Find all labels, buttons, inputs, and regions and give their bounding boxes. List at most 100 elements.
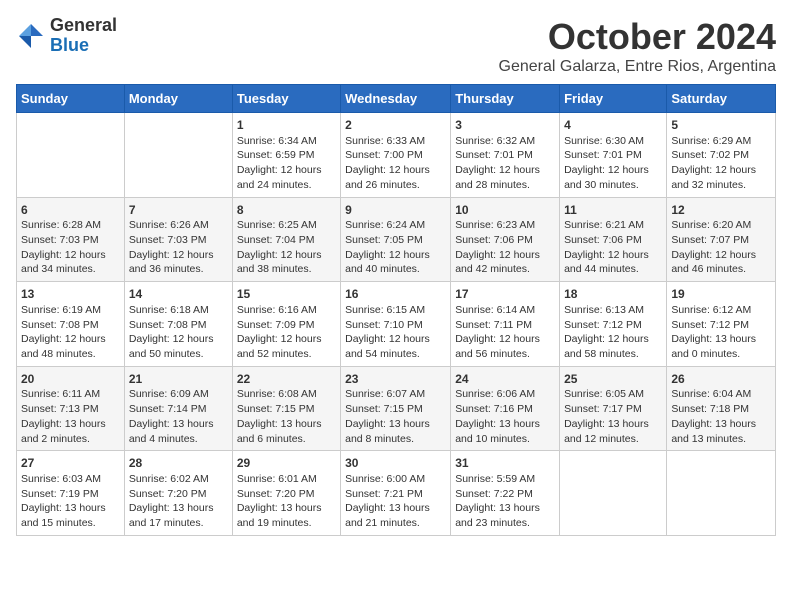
col-header-thursday: Thursday — [451, 85, 560, 113]
day-number: 7 — [129, 202, 228, 219]
calendar-cell: 20Sunrise: 6:11 AM Sunset: 7:13 PM Dayli… — [17, 366, 125, 451]
day-info: Sunrise: 6:13 AM Sunset: 7:12 PM Dayligh… — [564, 303, 662, 362]
day-info: Sunrise: 6:20 AM Sunset: 7:07 PM Dayligh… — [671, 218, 771, 277]
day-info: Sunrise: 6:08 AM Sunset: 7:15 PM Dayligh… — [237, 387, 336, 446]
calendar-cell: 30Sunrise: 6:00 AM Sunset: 7:21 PM Dayli… — [341, 451, 451, 536]
calendar-cell — [124, 113, 232, 198]
day-info: Sunrise: 5:59 AM Sunset: 7:22 PM Dayligh… — [455, 472, 555, 531]
day-number: 2 — [345, 117, 446, 134]
calendar-header-row: SundayMondayTuesdayWednesdayThursdayFrid… — [17, 85, 776, 113]
day-number: 1 — [237, 117, 336, 134]
calendar-cell: 28Sunrise: 6:02 AM Sunset: 7:20 PM Dayli… — [124, 451, 232, 536]
day-number: 12 — [671, 202, 771, 219]
day-number: 15 — [237, 286, 336, 303]
calendar-cell: 13Sunrise: 6:19 AM Sunset: 7:08 PM Dayli… — [17, 282, 125, 367]
day-number: 6 — [21, 202, 120, 219]
day-info: Sunrise: 6:29 AM Sunset: 7:02 PM Dayligh… — [671, 134, 771, 193]
calendar-week-row: 20Sunrise: 6:11 AM Sunset: 7:13 PM Dayli… — [17, 366, 776, 451]
day-info: Sunrise: 6:25 AM Sunset: 7:04 PM Dayligh… — [237, 218, 336, 277]
calendar-cell: 14Sunrise: 6:18 AM Sunset: 7:08 PM Dayli… — [124, 282, 232, 367]
calendar-cell: 24Sunrise: 6:06 AM Sunset: 7:16 PM Dayli… — [451, 366, 560, 451]
calendar-week-row: 27Sunrise: 6:03 AM Sunset: 7:19 PM Dayli… — [17, 451, 776, 536]
day-info: Sunrise: 6:19 AM Sunset: 7:08 PM Dayligh… — [21, 303, 120, 362]
day-info: Sunrise: 6:04 AM Sunset: 7:18 PM Dayligh… — [671, 387, 771, 446]
day-info: Sunrise: 6:11 AM Sunset: 7:13 PM Dayligh… — [21, 387, 120, 446]
calendar-cell: 8Sunrise: 6:25 AM Sunset: 7:04 PM Daylig… — [232, 197, 340, 282]
day-number: 23 — [345, 371, 446, 388]
calendar-cell: 4Sunrise: 6:30 AM Sunset: 7:01 PM Daylig… — [560, 113, 667, 198]
day-info: Sunrise: 6:16 AM Sunset: 7:09 PM Dayligh… — [237, 303, 336, 362]
calendar-cell: 27Sunrise: 6:03 AM Sunset: 7:19 PM Dayli… — [17, 451, 125, 536]
calendar-cell: 2Sunrise: 6:33 AM Sunset: 7:00 PM Daylig… — [341, 113, 451, 198]
day-info: Sunrise: 6:02 AM Sunset: 7:20 PM Dayligh… — [129, 472, 228, 531]
day-number: 11 — [564, 202, 662, 219]
day-info: Sunrise: 6:00 AM Sunset: 7:21 PM Dayligh… — [345, 472, 446, 531]
day-info: Sunrise: 6:14 AM Sunset: 7:11 PM Dayligh… — [455, 303, 555, 362]
day-number: 20 — [21, 371, 120, 388]
day-number: 16 — [345, 286, 446, 303]
logo-blue-text: Blue — [50, 35, 89, 55]
day-info: Sunrise: 6:01 AM Sunset: 7:20 PM Dayligh… — [237, 472, 336, 531]
day-number: 25 — [564, 371, 662, 388]
day-info: Sunrise: 6:06 AM Sunset: 7:16 PM Dayligh… — [455, 387, 555, 446]
logo-general-text: General — [50, 15, 117, 35]
day-info: Sunrise: 6:32 AM Sunset: 7:01 PM Dayligh… — [455, 134, 555, 193]
calendar-cell: 12Sunrise: 6:20 AM Sunset: 7:07 PM Dayli… — [667, 197, 776, 282]
logo: General Blue — [16, 16, 117, 56]
day-number: 5 — [671, 117, 771, 134]
day-number: 24 — [455, 371, 555, 388]
day-number: 18 — [564, 286, 662, 303]
day-number: 29 — [237, 455, 336, 472]
col-header-tuesday: Tuesday — [232, 85, 340, 113]
col-header-wednesday: Wednesday — [341, 85, 451, 113]
day-number: 13 — [21, 286, 120, 303]
day-number: 27 — [21, 455, 120, 472]
calendar-table: SundayMondayTuesdayWednesdayThursdayFrid… — [16, 84, 776, 536]
col-header-monday: Monday — [124, 85, 232, 113]
day-info: Sunrise: 6:21 AM Sunset: 7:06 PM Dayligh… — [564, 218, 662, 277]
day-number: 10 — [455, 202, 555, 219]
calendar-cell — [667, 451, 776, 536]
day-number: 19 — [671, 286, 771, 303]
day-info: Sunrise: 6:23 AM Sunset: 7:06 PM Dayligh… — [455, 218, 555, 277]
day-info: Sunrise: 6:33 AM Sunset: 7:00 PM Dayligh… — [345, 134, 446, 193]
day-number: 3 — [455, 117, 555, 134]
day-info: Sunrise: 6:15 AM Sunset: 7:10 PM Dayligh… — [345, 303, 446, 362]
page-header: General Blue October 2024 General Galarz… — [16, 16, 776, 76]
calendar-cell: 22Sunrise: 6:08 AM Sunset: 7:15 PM Dayli… — [232, 366, 340, 451]
day-number: 31 — [455, 455, 555, 472]
col-header-saturday: Saturday — [667, 85, 776, 113]
calendar-cell: 16Sunrise: 6:15 AM Sunset: 7:10 PM Dayli… — [341, 282, 451, 367]
day-info: Sunrise: 6:12 AM Sunset: 7:12 PM Dayligh… — [671, 303, 771, 362]
day-info: Sunrise: 6:09 AM Sunset: 7:14 PM Dayligh… — [129, 387, 228, 446]
day-number: 14 — [129, 286, 228, 303]
calendar-cell: 21Sunrise: 6:09 AM Sunset: 7:14 PM Dayli… — [124, 366, 232, 451]
day-number: 9 — [345, 202, 446, 219]
calendar-cell: 26Sunrise: 6:04 AM Sunset: 7:18 PM Dayli… — [667, 366, 776, 451]
calendar-cell: 15Sunrise: 6:16 AM Sunset: 7:09 PM Dayli… — [232, 282, 340, 367]
location-subtitle: General Galarza, Entre Rios, Argentina — [499, 58, 776, 76]
day-number: 28 — [129, 455, 228, 472]
day-number: 22 — [237, 371, 336, 388]
calendar-cell: 17Sunrise: 6:14 AM Sunset: 7:11 PM Dayli… — [451, 282, 560, 367]
calendar-cell: 6Sunrise: 6:28 AM Sunset: 7:03 PM Daylig… — [17, 197, 125, 282]
calendar-cell: 1Sunrise: 6:34 AM Sunset: 6:59 PM Daylig… — [232, 113, 340, 198]
day-number: 8 — [237, 202, 336, 219]
calendar-cell: 11Sunrise: 6:21 AM Sunset: 7:06 PM Dayli… — [560, 197, 667, 282]
calendar-week-row: 6Sunrise: 6:28 AM Sunset: 7:03 PM Daylig… — [17, 197, 776, 282]
day-info: Sunrise: 6:34 AM Sunset: 6:59 PM Dayligh… — [237, 134, 336, 193]
calendar-cell: 10Sunrise: 6:23 AM Sunset: 7:06 PM Dayli… — [451, 197, 560, 282]
calendar-cell: 19Sunrise: 6:12 AM Sunset: 7:12 PM Dayli… — [667, 282, 776, 367]
calendar-cell: 23Sunrise: 6:07 AM Sunset: 7:15 PM Dayli… — [341, 366, 451, 451]
day-info: Sunrise: 6:03 AM Sunset: 7:19 PM Dayligh… — [21, 472, 120, 531]
title-block: October 2024 General Galarza, Entre Rios… — [499, 16, 776, 76]
calendar-cell: 5Sunrise: 6:29 AM Sunset: 7:02 PM Daylig… — [667, 113, 776, 198]
day-info: Sunrise: 6:05 AM Sunset: 7:17 PM Dayligh… — [564, 387, 662, 446]
calendar-cell — [560, 451, 667, 536]
calendar-cell: 7Sunrise: 6:26 AM Sunset: 7:03 PM Daylig… — [124, 197, 232, 282]
day-info: Sunrise: 6:28 AM Sunset: 7:03 PM Dayligh… — [21, 218, 120, 277]
calendar-cell — [17, 113, 125, 198]
calendar-cell: 18Sunrise: 6:13 AM Sunset: 7:12 PM Dayli… — [560, 282, 667, 367]
day-number: 30 — [345, 455, 446, 472]
calendar-week-row: 1Sunrise: 6:34 AM Sunset: 6:59 PM Daylig… — [17, 113, 776, 198]
